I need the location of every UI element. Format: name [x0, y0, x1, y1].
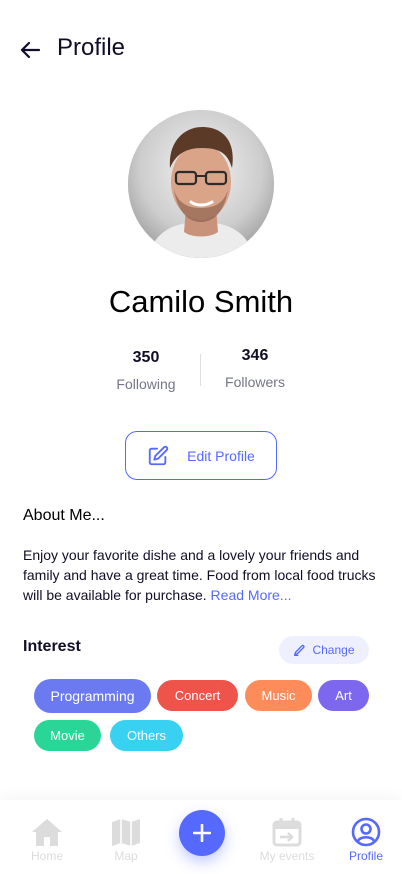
chip-label: Concert — [174, 688, 221, 703]
change-interest-button[interactable]: Change — [279, 636, 369, 664]
following-stat[interactable]: 350 Following — [91, 346, 201, 392]
followers-stat[interactable]: 346 Followers — [200, 346, 310, 390]
profile-name: Camilo Smith — [108, 284, 294, 319]
chip-label: Programming — [50, 688, 135, 704]
interest-chip-movie[interactable]: Movie — [34, 720, 101, 751]
followers-label: Followers — [225, 374, 285, 390]
pencil-icon — [294, 644, 305, 656]
nav-my-events-label: My events — [259, 849, 315, 863]
calendar-icon — [272, 818, 302, 847]
arrow-left-icon — [20, 41, 41, 59]
map-icon — [112, 819, 140, 846]
interest-chip-art[interactable]: Art — [318, 680, 369, 711]
chip-label: Others — [126, 728, 166, 743]
following-label: Following — [116, 376, 176, 392]
nav-home-label: Home — [30, 849, 63, 863]
nav-map[interactable]: Map — [90, 816, 162, 863]
edit-profile-button[interactable]: Edit Profile — [125, 431, 277, 480]
page-title: Profile — [57, 34, 126, 61]
read-more-link[interactable]: Read More... — [211, 587, 292, 603]
profile-stats: 350 Following 346 Followers — [0, 346, 402, 396]
about-body: Enjoy your favorite dishe and a lovely y… — [23, 547, 376, 603]
interest-title: Interest — [23, 638, 81, 655]
about-title: About Me... — [23, 507, 105, 524]
avatar-image — [128, 110, 274, 258]
edit-icon — [148, 445, 169, 465]
profile-icon — [351, 817, 381, 847]
chip-label: Music — [261, 688, 296, 703]
home-icon — [32, 819, 62, 846]
app-header: Profile — [0, 0, 402, 100]
edit-profile-label: Edit Profile — [187, 447, 255, 464]
following-count: 350 — [132, 349, 160, 366]
interest-chip-music[interactable]: Music — [245, 680, 312, 711]
about-text: Enjoy your favorite dishe and a lovely y… — [23, 545, 381, 605]
interest-chip-concert[interactable]: Concert — [157, 680, 238, 711]
nav-map-label: Map — [114, 849, 138, 863]
nav-my-events[interactable]: My events — [251, 816, 323, 863]
followers-count: 346 — [241, 347, 269, 364]
nav-profile-label: Profile — [348, 849, 383, 863]
back-button[interactable] — [16, 36, 44, 64]
chip-label: Movie — [50, 728, 85, 743]
interest-chip-others[interactable]: Others — [110, 720, 183, 751]
add-event-button[interactable] — [179, 810, 225, 856]
plus-icon — [193, 824, 211, 842]
change-label: Change — [312, 643, 355, 657]
avatar — [128, 110, 274, 258]
interest-chip-programming[interactable]: Programming — [34, 679, 151, 713]
nav-profile[interactable]: Profile — [330, 816, 402, 863]
nav-home[interactable]: Home — [11, 816, 83, 863]
chip-label: Art — [335, 688, 352, 703]
